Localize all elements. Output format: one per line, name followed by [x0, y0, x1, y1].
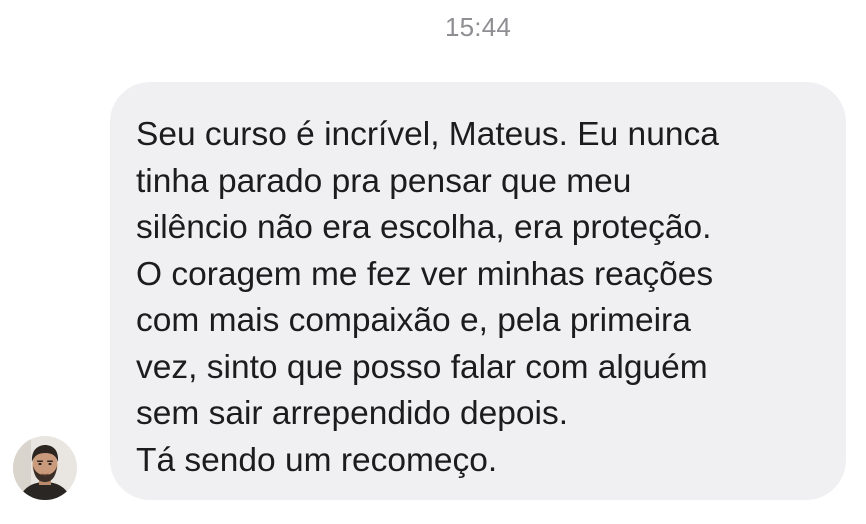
avatar-photo-icon: [13, 436, 77, 500]
message-line: Tá sendo um recomeço.: [136, 441, 498, 479]
message-line: vez, sinto que posso falar com alguém: [136, 348, 708, 386]
message-line: sem sair arrependido depois.: [136, 395, 569, 432]
message-line: tinha parado pra pensar que meu: [136, 162, 632, 200]
sender-avatar[interactable]: [13, 436, 77, 500]
message-timestamp: 15:44: [444, 12, 512, 42]
message-bubble[interactable]: Seu curso é incrível, Mateus. Eu nunca t…: [110, 82, 846, 500]
message-line: silêncio não era escolha, era proteção.: [136, 209, 712, 246]
message-line: O coragem me fez ver minhas reações: [136, 255, 714, 293]
message-line: com mais compaixão e, pela primeira: [136, 302, 691, 339]
message-line: Seu curso é incrível, Mateus. Eu nunca: [136, 116, 719, 153]
